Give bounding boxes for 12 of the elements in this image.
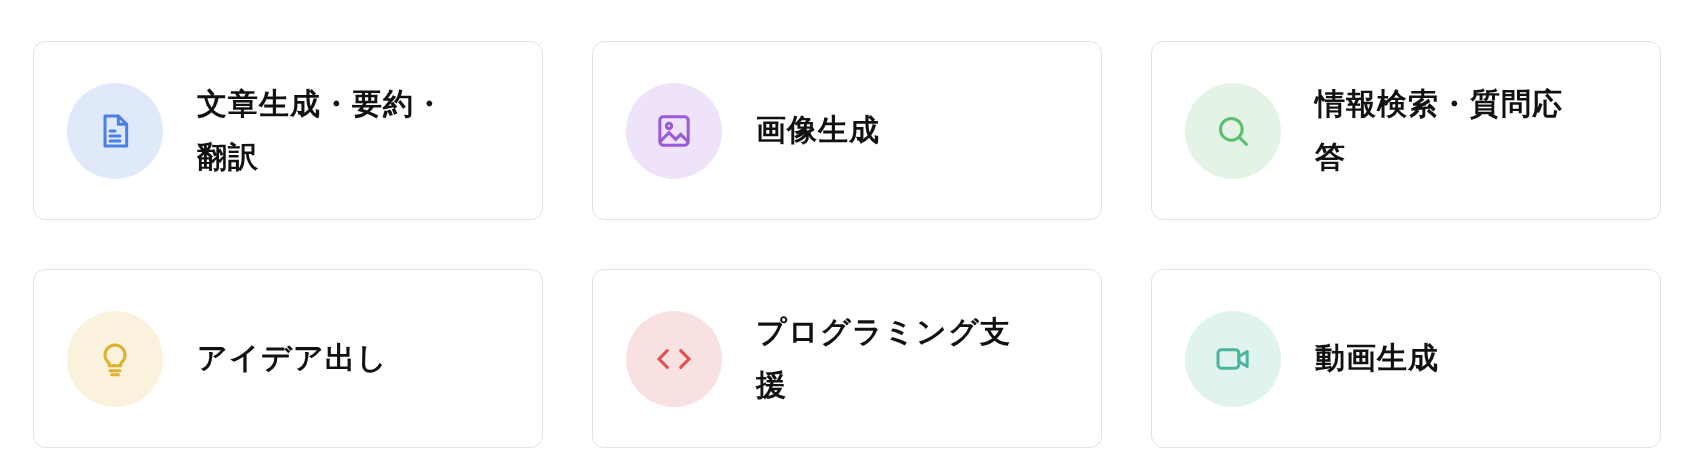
feature-card[interactable]: 情報検索・質問応答 — [1151, 41, 1661, 220]
card-title: プログラミング支援 — [756, 313, 1012, 404]
feature-card[interactable]: 文章生成・要約・翻訳 — [33, 41, 543, 220]
feature-card[interactable]: 動画生成 — [1151, 269, 1661, 448]
card-title: 文章生成・要約・翻訳 — [197, 85, 446, 176]
feature-card[interactable]: 画像生成 — [592, 41, 1102, 220]
card-title: 情報検索・質問応答 — [1315, 85, 1564, 176]
feature-card[interactable]: アイデア出し — [33, 269, 543, 448]
feature-card[interactable]: プログラミング支援 — [592, 269, 1102, 448]
card-title: 動画生成 — [1315, 339, 1440, 378]
card-title: アイデア出し — [197, 339, 389, 378]
card-title: 画像生成 — [756, 111, 881, 150]
